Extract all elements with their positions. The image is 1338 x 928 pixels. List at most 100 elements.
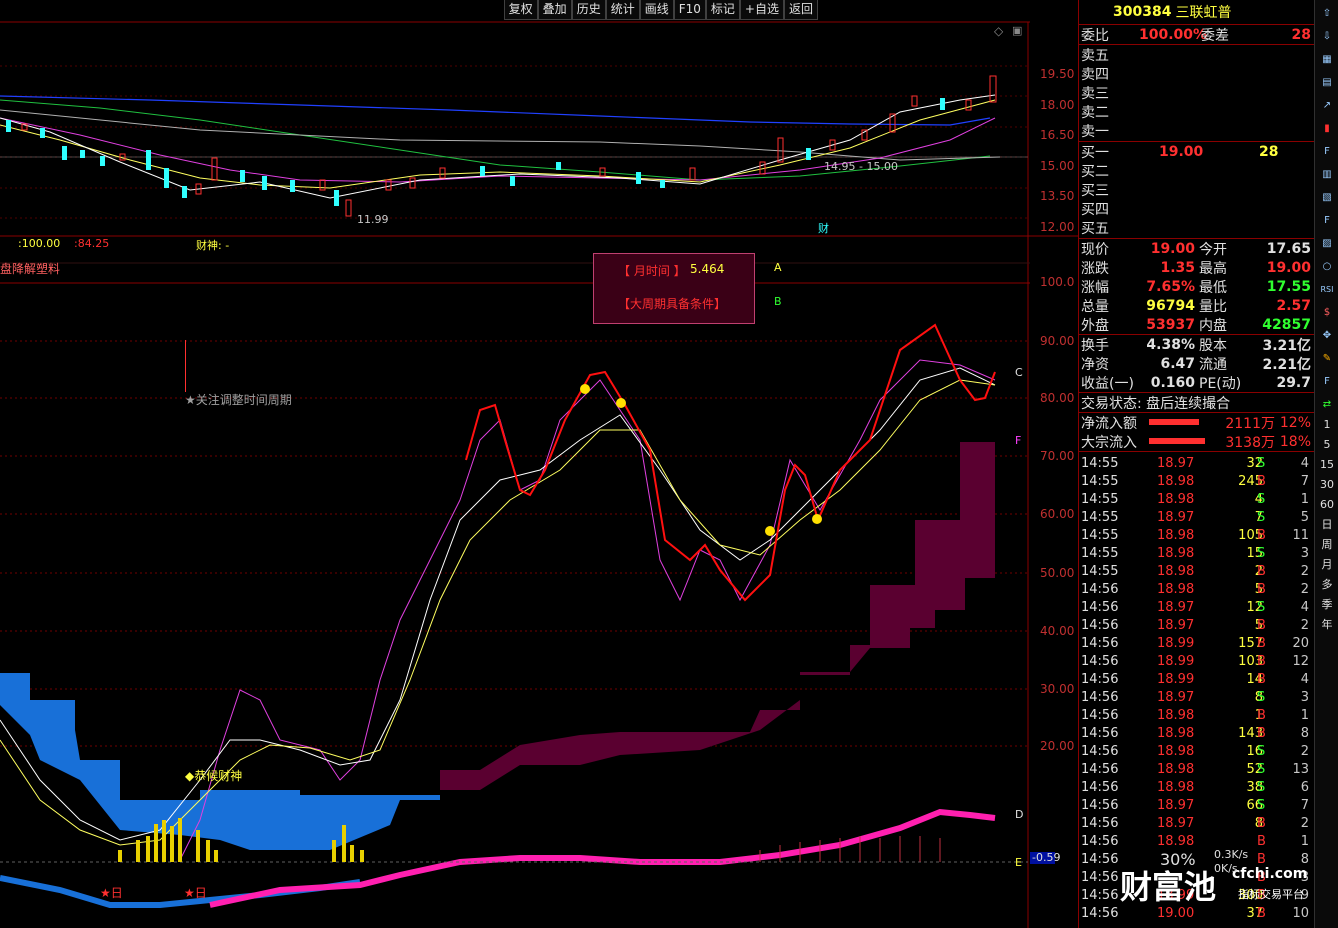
stats-button[interactable]: 统计: [605, 0, 640, 20]
grid-icon[interactable]: ▦: [1318, 51, 1336, 69]
trade-count: 12: [1292, 653, 1309, 669]
layers-icon[interactable]: ▨: [1318, 235, 1336, 253]
trade-price: 18.99: [1157, 653, 1195, 669]
trade-price: 18.98: [1157, 581, 1195, 597]
trend-icon[interactable]: ↗: [1318, 97, 1336, 115]
period-5[interactable]: 5: [1317, 436, 1337, 454]
back-button[interactable]: 返回: [783, 0, 818, 20]
chart-icon[interactable]: ▧: [1318, 189, 1336, 207]
trade-count: 7: [1300, 473, 1309, 489]
watermark-speed-2: 0K/s: [1214, 862, 1238, 875]
trade-side: S: [1257, 761, 1266, 777]
trade-time: 14:56: [1081, 725, 1119, 741]
period-day[interactable]: 日: [1317, 516, 1337, 534]
period-year[interactable]: 年: [1317, 616, 1337, 634]
stat-value: 19.00: [1150, 240, 1195, 257]
window-icon[interactable]: ▣: [1012, 24, 1022, 37]
trade-price: 18.98: [1157, 491, 1195, 507]
buy-row: 买五: [1079, 218, 1315, 237]
period-multi[interactable]: 多: [1317, 576, 1337, 594]
range-marker: 14.95 - 15.00: [824, 160, 898, 173]
month-time-popup[interactable]: 【 月时间 】 5.464 【大周期具备条件】: [593, 253, 755, 324]
focus-marker-line: [185, 340, 186, 392]
f10-icon[interactable]: F: [1318, 143, 1336, 161]
stats-block: 现价 19.00 今开 17.65 涨跌 1.35 最高 19.00 涨幅 7.65% 最低 17.5…: [1079, 239, 1315, 393]
period-60[interactable]: 60: [1317, 496, 1337, 514]
weibi-value: 100.00%: [1139, 26, 1208, 43]
period-30[interactable]: 30: [1317, 476, 1337, 494]
draw-line-button[interactable]: 画线: [639, 0, 674, 20]
pencil-icon[interactable]: ✎: [1318, 350, 1336, 368]
trade-row: 14:56 18.97 5 B 2: [1079, 616, 1315, 634]
trade-side: B: [1257, 671, 1266, 687]
trade-price: 18.98: [1157, 545, 1195, 561]
stock-name: 三联虹普: [1175, 5, 1232, 21]
candle-icon[interactable]: ▮: [1318, 120, 1336, 138]
stat-label: 现价: [1081, 241, 1109, 258]
arrow-up-icon[interactable]: ⇧: [1318, 5, 1336, 23]
trade-row: 14:56 18.97 8 S 3: [1079, 688, 1315, 706]
move-icon[interactable]: ✥: [1318, 327, 1336, 345]
f2-icon[interactable]: F: [1318, 212, 1336, 230]
period-week[interactable]: 周: [1317, 536, 1337, 554]
doc-icon[interactable]: ▥: [1318, 166, 1336, 184]
stat-value-2: 2.57: [1276, 297, 1311, 314]
trade-price: 18.98: [1157, 527, 1195, 543]
trade-time: 14:56: [1081, 581, 1119, 597]
swap-icon[interactable]: ⇄: [1318, 396, 1336, 414]
cai-marker[interactable]: 财: [818, 220, 829, 236]
watermark: 财富池 cfchi.com 指标交易平台 30% 0.3K/s 0K/s: [1120, 840, 1320, 928]
buy-book: 买一 19.00 28 买二 买三 买四 买五: [1079, 142, 1315, 239]
period-month[interactable]: 月: [1317, 556, 1337, 574]
block-inflow-row: 大宗流入 3138万 18%: [1079, 432, 1315, 452]
table-icon[interactable]: ▤: [1318, 74, 1336, 92]
trade-row: 14:56 18.98 5 B 2: [1079, 580, 1315, 598]
mark-button[interactable]: 标记: [705, 0, 740, 20]
trade-row: 14:56 18.97 66 S 7: [1079, 796, 1315, 814]
watermark-speed: 0.3K/s: [1214, 848, 1249, 861]
search-icon[interactable]: ○: [1318, 258, 1336, 276]
diamond-icon[interactable]: ◇: [994, 24, 1003, 38]
trade-row: 14:56 18.99 103 B 12: [1079, 652, 1315, 670]
trade-time: 14:56: [1081, 797, 1119, 813]
block-inflow-bar: [1149, 438, 1205, 444]
period-quarter[interactable]: 季: [1317, 596, 1337, 614]
trade-time: 14:55: [1081, 455, 1119, 471]
rsi-icon[interactable]: RSI: [1318, 281, 1336, 299]
stat-row: 现价 19.00 今开 17.65: [1079, 239, 1315, 258]
stat-row: 收益(一) 0.160 PE(动) 29.7: [1079, 373, 1315, 393]
ind-tick: 50.00: [1040, 566, 1075, 580]
stat-label: 外盘: [1081, 317, 1109, 334]
restore-rights-button[interactable]: 复权: [503, 0, 538, 20]
blue-cloud: [0, 673, 440, 850]
trade-time: 14:56: [1081, 671, 1119, 687]
trade-side: S: [1257, 545, 1266, 561]
trade-time: 14:56: [1081, 653, 1119, 669]
period-1[interactable]: 1: [1317, 416, 1337, 434]
trade-row: 14:56 18.98 143 B 8: [1079, 724, 1315, 742]
block-inflow-value: 3138万: [1225, 434, 1275, 451]
f5-icon[interactable]: F: [1318, 373, 1336, 391]
bag-icon[interactable]: $: [1318, 304, 1336, 322]
sell-label: 卖四: [1081, 66, 1109, 83]
add-watchlist-button[interactable]: +自选: [739, 0, 784, 20]
period-15[interactable]: 15: [1317, 456, 1337, 474]
chart-area[interactable]: 19.50 18.00 16.50 15.00 13.50 12.00 100.…: [0, 0, 1078, 928]
arrow-down-icon[interactable]: ⇩: [1318, 28, 1336, 46]
candles: [6, 75, 997, 217]
sell-row: 卖五: [1079, 45, 1315, 64]
chart-canvas[interactable]: [0, 0, 1078, 928]
stat-value: 6.47: [1160, 355, 1195, 372]
sell-label: 卖一: [1081, 123, 1109, 140]
trade-count: 2: [1300, 617, 1309, 633]
sell-label: 卖五: [1081, 47, 1109, 64]
f10-button[interactable]: F10: [673, 0, 706, 20]
ind-tick: 60.00: [1040, 507, 1075, 521]
history-button[interactable]: 历史: [571, 0, 606, 20]
buy-label: 买五: [1081, 220, 1109, 237]
stat-label: 净资: [1081, 356, 1109, 373]
trade-time: 14:56: [1081, 761, 1119, 777]
overlay-button[interactable]: 叠加: [537, 0, 572, 20]
trade-side: B: [1257, 527, 1266, 543]
price-tick: 19.50: [1040, 67, 1075, 81]
